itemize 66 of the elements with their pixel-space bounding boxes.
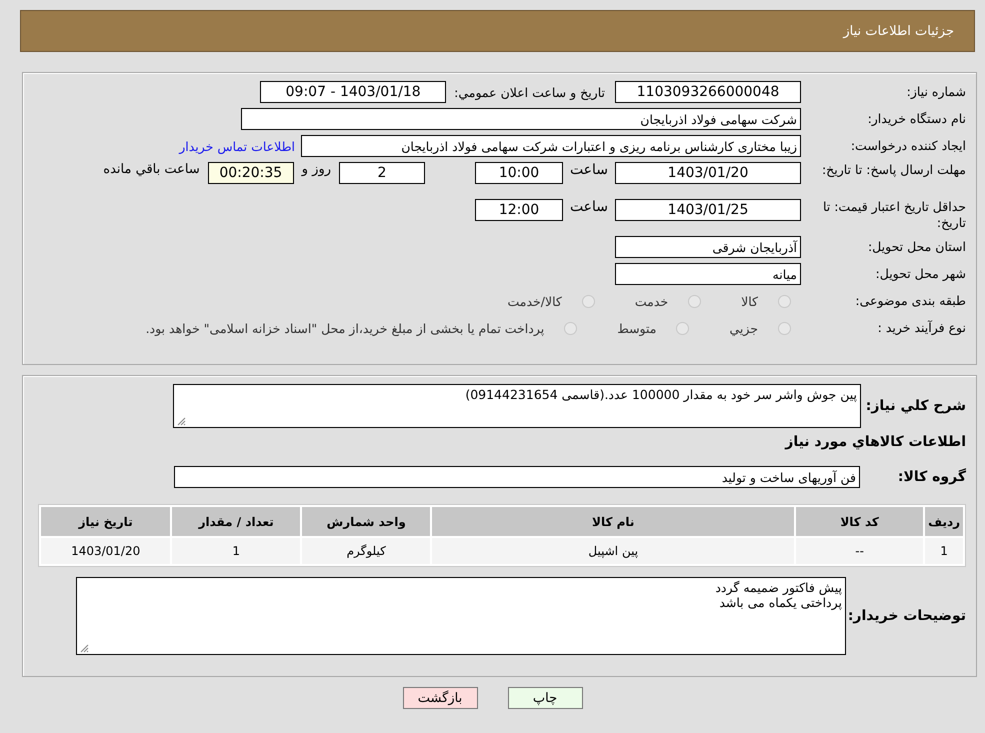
remaining-time-field[interactable]: 00:20:35 [208,162,294,184]
page-title: جزئیات اطلاعات نیاز [843,24,954,38]
deadline-date-field[interactable]: 1403/01/20 [615,162,801,184]
province-field[interactable]: آذربایجان شرقی [615,236,801,258]
radio-button[interactable] [778,294,791,308]
radio-button[interactable] [676,322,690,334]
description-text: پین جوش واشر سر خود به مقدار 100000 عدد.(قاسمی 09144231654) [465,387,857,402]
days-label: روز و [302,162,331,177]
validity-date-field[interactable]: 1403/01/25 [615,199,801,221]
table-cell: کیلوگرم [302,538,430,564]
deadline-time-field[interactable]: 10:00 [475,162,563,184]
radio-button[interactable] [564,322,578,334]
table-cell: 1 [172,538,300,564]
section-title: اطلاعات كالاهاي مورد نياز [784,434,967,450]
field-label: مهلت ارسال پاسخ: تا تاریخ: [820,162,967,178]
field-label: شماره نياز: [906,84,967,100]
buyer-name-field[interactable]: شرکت سهامی فولاد اذربایجان [241,108,801,130]
column-header: کد کالا [796,507,924,536]
field-label: گروه کالا: [896,469,967,485]
days-field[interactable]: 2 [339,162,425,184]
notes-line: پیش فاکتور ضمیمه گردد [714,580,842,595]
column-header: واحد شمارش [302,507,430,536]
description-textarea[interactable]: پین جوش واشر سر خود به مقدار 100000 عدد.(قاسمی 09144231654) [173,384,861,428]
radio-label: کالا [741,294,758,308]
field-label: نوع فرآیند خرید : [876,320,967,336]
table-cell: 1 [925,538,963,564]
requester-field[interactable]: زیبا مختاری کارشناس برنامه ریزی و اعتبارات شرکت سهامی فولاد اذربایجان [301,135,801,157]
city-field[interactable]: میانه [615,263,801,285]
radio-label: خدمت [634,294,668,308]
buyer-notes-textarea[interactable]: پیش فاکتور ضمیمه گردد پرداختی یکماه می باشد [76,577,846,655]
resize-grip-icon[interactable] [79,643,89,653]
goods-group-field[interactable]: فن آوریهای ساخت و تولید [174,466,860,488]
buyer-contact-link[interactable]: اطلاعات تماس خريدار [179,138,295,154]
validity-time-field[interactable]: 12:00 [475,199,563,221]
field-label: حداقل تاریخ اعتبار قیمت: تا تاریخ: [822,199,967,231]
field-label: توضیحات خریدار: [846,608,967,624]
field-label: نام دستگاه خريدار: [866,111,967,127]
field-label: ایجاد کننده درخواست: [850,138,967,154]
announce-date-field[interactable]: 1403/01/18 - 09:07 [260,81,446,103]
table-cell: پین اشپیل [432,538,794,564]
radio-label: کالا/خدمت [507,294,562,308]
back-button[interactable]: بازگشت [402,687,478,709]
column-header: نام کالا [432,507,794,536]
time-label: ساعت [568,162,610,178]
table-cell: -- [796,538,924,564]
radio-button[interactable] [582,294,595,308]
field-label: استان محل تحویل: [866,239,967,255]
remaining-label: ساعت باقي مانده [103,162,200,177]
field-label: شهر محل تحویل: [874,266,967,282]
need-number-field[interactable]: 1103093266000048 [615,81,801,103]
field-label: طبقه بندی موضوعی: [854,293,967,309]
radio-label: جزيي [729,320,758,336]
field-label: شرح كلي نياز: [864,398,967,414]
column-header: تعداد / مقدار [172,507,300,536]
table-cell: 1403/01/20 [41,538,170,564]
notes-line: پرداختی یکماه می باشد [718,595,842,610]
radio-label: پرداخت تمام یا بخشی از مبلغ خرید،از محل "اسناد خزانه اسلامی" خواهد بود. [146,320,544,336]
field-label: تاريخ و ساعت اعلان عمومي: [454,84,605,100]
time-label: ساعت [568,199,610,215]
column-header: رديف [925,507,963,536]
print-button[interactable]: چاپ [508,687,582,709]
radio-button[interactable] [688,294,702,308]
column-header: تاریخ نیاز [41,507,170,536]
resize-grip-icon[interactable] [176,416,186,426]
radio-button[interactable] [778,322,791,334]
radio-label: متوسط [617,320,656,336]
